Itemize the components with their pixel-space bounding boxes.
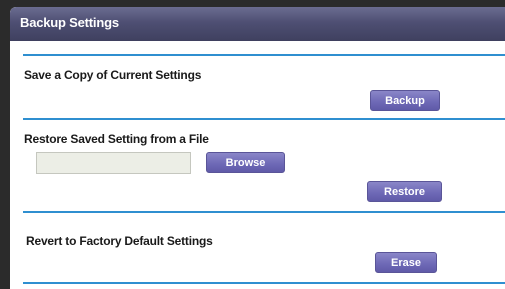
panel-title: Backup Settings: [20, 15, 119, 30]
restore-file-field[interactable]: [36, 152, 191, 174]
page: Backup Settings Save a Copy of Current S…: [0, 0, 505, 289]
browse-button[interactable]: Browse: [206, 152, 285, 173]
section-divider: [23, 54, 505, 56]
section-divider: [23, 118, 505, 120]
section-divider: [23, 282, 505, 284]
revert-factory-label: Revert to Factory Default Settings: [26, 234, 213, 248]
save-copy-label: Save a Copy of Current Settings: [24, 68, 202, 82]
panel-header: Backup Settings: [10, 7, 505, 41]
backup-button[interactable]: Backup: [370, 90, 440, 111]
restore-button[interactable]: Restore: [367, 181, 442, 202]
section-divider: [23, 211, 505, 213]
erase-button[interactable]: Erase: [375, 252, 437, 273]
backup-settings-panel: Backup Settings Save a Copy of Current S…: [10, 7, 505, 289]
restore-label: Restore Saved Setting from a File: [24, 132, 209, 146]
